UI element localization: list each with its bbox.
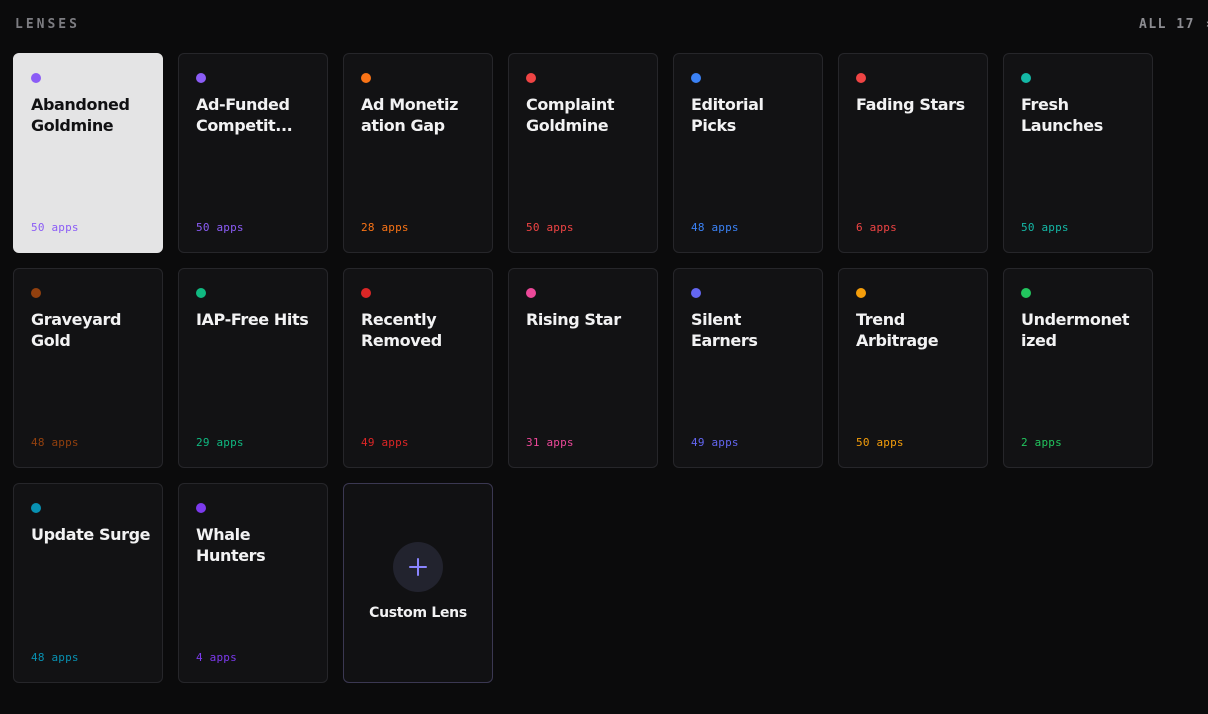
- lens-card[interactable]: Rising Star 31 apps: [508, 268, 658, 468]
- lens-card[interactable]: IAP-Free Hits 29 apps: [178, 268, 328, 468]
- lens-card[interactable]: Update Surge 48 apps: [13, 483, 163, 683]
- lens-app-count: 48 apps: [31, 436, 79, 449]
- lens-card[interactable]: Trend Arbitrage 50 apps: [838, 268, 988, 468]
- lens-color-dot: [361, 73, 371, 83]
- lens-color-dot: [196, 73, 206, 83]
- lens-title: Fading Stars: [856, 95, 965, 114]
- lens-title: Recently Removed: [361, 310, 442, 350]
- lens-card[interactable]: Whale Hunters 4 apps: [178, 483, 328, 683]
- lens-card[interactable]: Complaint Goldmine 50 apps: [508, 53, 658, 253]
- lens-card[interactable]: Abandoned Goldmine 50 apps: [13, 53, 163, 253]
- lens-app-count: 50 apps: [856, 436, 904, 449]
- lens-color-dot: [31, 73, 41, 83]
- lens-color-dot: [196, 503, 206, 513]
- lens-card[interactable]: Recently Removed 49 apps: [343, 268, 493, 468]
- lens-color-dot: [691, 73, 701, 83]
- lens-app-count: 50 apps: [196, 221, 244, 234]
- lens-title: Complaint Goldmine: [526, 95, 615, 135]
- lens-app-count: 49 apps: [691, 436, 739, 449]
- lens-app-count: 50 apps: [31, 221, 79, 234]
- lens-card[interactable]: Ad-Funded Competit... 50 apps: [178, 53, 328, 253]
- plus-icon: [409, 558, 427, 576]
- lens-color-dot: [526, 288, 536, 298]
- lens-app-count: 48 apps: [691, 221, 739, 234]
- lens-title: Rising Star: [526, 310, 621, 329]
- lens-title: Whale Hunters: [196, 525, 266, 565]
- custom-lens-card[interactable]: Custom Lens: [343, 483, 493, 683]
- lens-color-dot: [1021, 288, 1031, 298]
- lens-app-count: 6 apps: [856, 221, 897, 234]
- lens-card[interactable]: Ad Monetiz ation Gap 28 apps: [343, 53, 493, 253]
- lens-grid: Abandoned Goldmine 50 apps Ad-Funded Compe…: [13, 53, 1153, 683]
- lens-title: Fresh Launches: [1021, 95, 1103, 135]
- lens-card[interactable]: Undermonet ized 2 apps: [1003, 268, 1153, 468]
- lens-color-dot: [856, 288, 866, 298]
- lens-color-dot: [361, 288, 371, 298]
- lens-color-dot: [31, 503, 41, 513]
- lens-title: Undermonet ized: [1021, 310, 1130, 350]
- lens-app-count: 31 apps: [526, 436, 574, 449]
- lens-card[interactable]: Graveyard Gold 48 apps: [13, 268, 163, 468]
- lens-app-count: 2 apps: [1021, 436, 1062, 449]
- lens-app-count: 4 apps: [196, 651, 237, 664]
- lens-color-dot: [526, 73, 536, 83]
- lens-app-count: 29 apps: [196, 436, 244, 449]
- lens-app-count: 28 apps: [361, 221, 409, 234]
- add-lens-button[interactable]: [393, 542, 443, 592]
- lens-app-count: 48 apps: [31, 651, 79, 664]
- lens-app-count: 50 apps: [1021, 221, 1069, 234]
- lens-app-count: 49 apps: [361, 436, 409, 449]
- all-lenses-link[interactable]: ALL 17 ›: [1139, 17, 1208, 32]
- lenses-page: LENSES ALL 17 › Abandoned Goldmine 50 app…: [0, 0, 1208, 714]
- lens-color-dot: [31, 288, 41, 298]
- lens-title: Trend Arbitrage: [856, 310, 939, 350]
- lens-title: Editorial Picks: [691, 95, 764, 135]
- section-title: LENSES: [15, 17, 80, 32]
- lens-title: Abandoned Goldmine: [31, 95, 130, 135]
- lens-color-dot: [691, 288, 701, 298]
- lens-color-dot: [1021, 73, 1031, 83]
- lens-card[interactable]: Silent Earners 49 apps: [673, 268, 823, 468]
- lens-card[interactable]: Editorial Picks 48 apps: [673, 53, 823, 253]
- lens-title: Ad Monetiz ation Gap: [361, 95, 459, 135]
- lens-title: Graveyard Gold: [31, 310, 122, 350]
- lens-color-dot: [856, 73, 866, 83]
- lens-title: Ad-Funded Competit...: [196, 95, 293, 135]
- lens-title: Silent Earners: [691, 310, 758, 350]
- lens-title: Update Surge: [31, 525, 151, 544]
- custom-lens-label: Custom Lens: [369, 605, 467, 621]
- lenses-header: LENSES ALL 17 ›: [15, 17, 1208, 33]
- lens-card[interactable]: Fading Stars 6 apps: [838, 53, 988, 253]
- lens-card[interactable]: Fresh Launches 50 apps: [1003, 53, 1153, 253]
- lens-title: IAP-Free Hits: [196, 310, 309, 329]
- lens-app-count: 50 apps: [526, 221, 574, 234]
- lens-color-dot: [196, 288, 206, 298]
